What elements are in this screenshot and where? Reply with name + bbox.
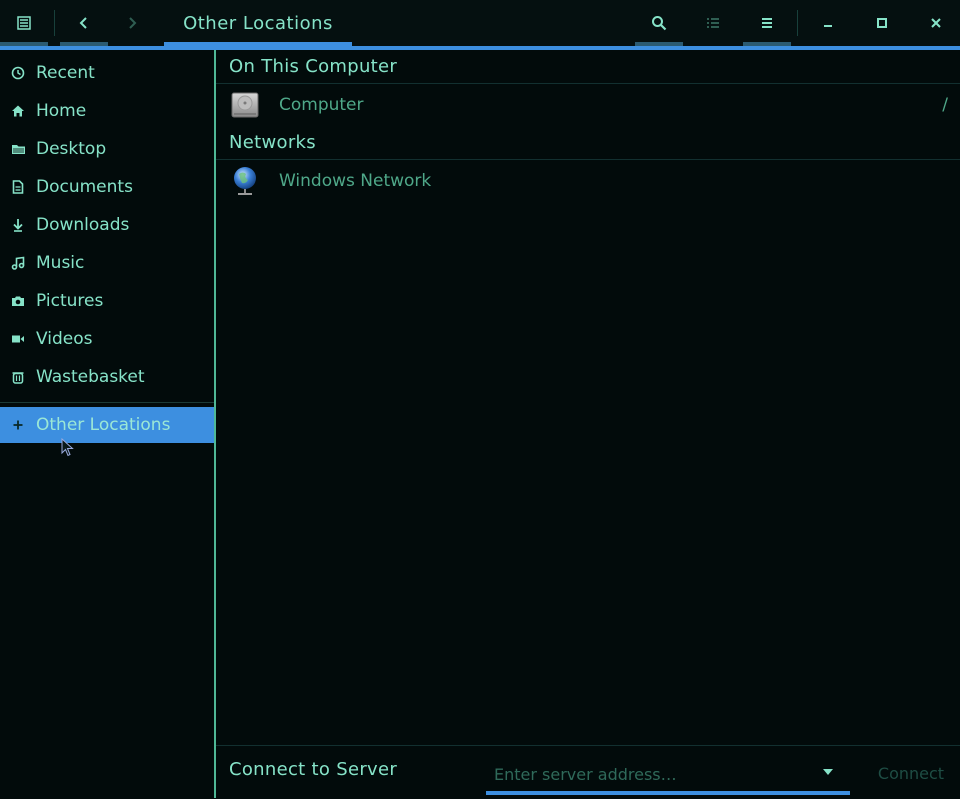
location-label: Windows Network [279,171,432,191]
trash-icon [10,369,26,385]
close-icon [931,18,941,28]
forward-icon [129,17,137,29]
download-icon [10,217,26,233]
search-button[interactable] [635,0,683,46]
sidebar-item-label: Desktop [36,139,107,159]
sidebar-item-label: Pictures [36,291,104,311]
sidebar-item-pictures[interactable]: Pictures [0,283,214,319]
hamburger-menu-icon [762,18,772,28]
mouse-cursor-icon [61,438,74,457]
location-path: / [942,95,948,115]
sidebar-item-label: Recent [36,63,95,83]
minimize-icon [824,25,832,27]
folder-icon [10,141,26,157]
app-menu-icon [17,16,31,30]
maximize-button[interactable] [858,0,906,46]
close-button[interactable] [912,0,960,46]
camera-icon [10,293,26,309]
location-title[interactable]: Other Locations [164,0,352,46]
connect-to-server-bar: Connect to Server Connect [216,745,960,799]
main-menu-button[interactable] [743,0,791,46]
view-toggle-button[interactable] [689,0,737,46]
chevron-down-icon [823,769,833,775]
header-bar: Other Locations [0,0,960,50]
places-sidebar: Recent Home Desktop Documents Downloads … [0,50,214,798]
connect-button[interactable]: Connect [866,758,956,788]
sidebar-separator [0,402,214,403]
clock-icon [10,65,26,81]
sidebar-item-label: Music [36,253,85,273]
forward-button[interactable] [108,0,156,46]
server-address-input[interactable] [486,756,850,792]
connect-to-server-label: Connect to Server [229,759,398,780]
list-view-icon [707,18,719,28]
sidebar-item-label: Documents [36,177,133,197]
sidebar-item-label: Other Locations [36,415,171,435]
app-menu-button[interactable] [0,0,48,46]
network-globe-icon [234,167,256,195]
hard-drive-icon [231,92,259,118]
sidebar-item-downloads[interactable]: Downloads [0,207,214,243]
section-divider [216,83,960,84]
maximize-icon [877,18,887,28]
location-row-computer[interactable]: Computer / [216,85,960,125]
music-icon [10,255,26,271]
sidebar-item-label: Home [36,101,87,121]
back-button[interactable] [60,0,108,46]
section-title-on-this-computer: On This Computer [229,56,398,77]
document-icon [10,179,26,195]
sidebar-item-desktop[interactable]: Desktop [0,131,214,167]
server-history-dropdown[interactable] [820,762,836,782]
sidebar-item-label: Videos [36,329,93,349]
sidebar-item-wastebasket[interactable]: Wastebasket [0,359,214,395]
section-title-networks: Networks [229,132,316,153]
section-divider [216,159,960,160]
plus-icon [10,417,26,433]
sidebar-item-recent[interactable]: Recent [0,55,214,91]
sidebar-item-other-locations[interactable]: Other Locations [0,407,214,443]
sidebar-item-music[interactable]: Music [0,245,214,281]
minimize-button[interactable] [804,0,852,46]
sidebar-item-home[interactable]: Home [0,93,214,129]
sidebar-item-documents[interactable]: Documents [0,169,214,205]
other-locations-view: On This Computer Computer / Networks Win… [216,50,960,746]
input-underline [486,791,850,795]
back-icon [79,17,87,29]
search-icon [652,16,667,31]
location-title-label: Other Locations [183,12,333,34]
video-icon [10,331,26,347]
location-row-windows-network[interactable]: Windows Network [216,161,960,201]
home-icon [10,103,26,119]
sidebar-item-videos[interactable]: Videos [0,321,214,357]
sidebar-item-label: Downloads [36,215,130,235]
sidebar-item-label: Wastebasket [36,367,145,387]
location-label: Computer [279,95,364,115]
